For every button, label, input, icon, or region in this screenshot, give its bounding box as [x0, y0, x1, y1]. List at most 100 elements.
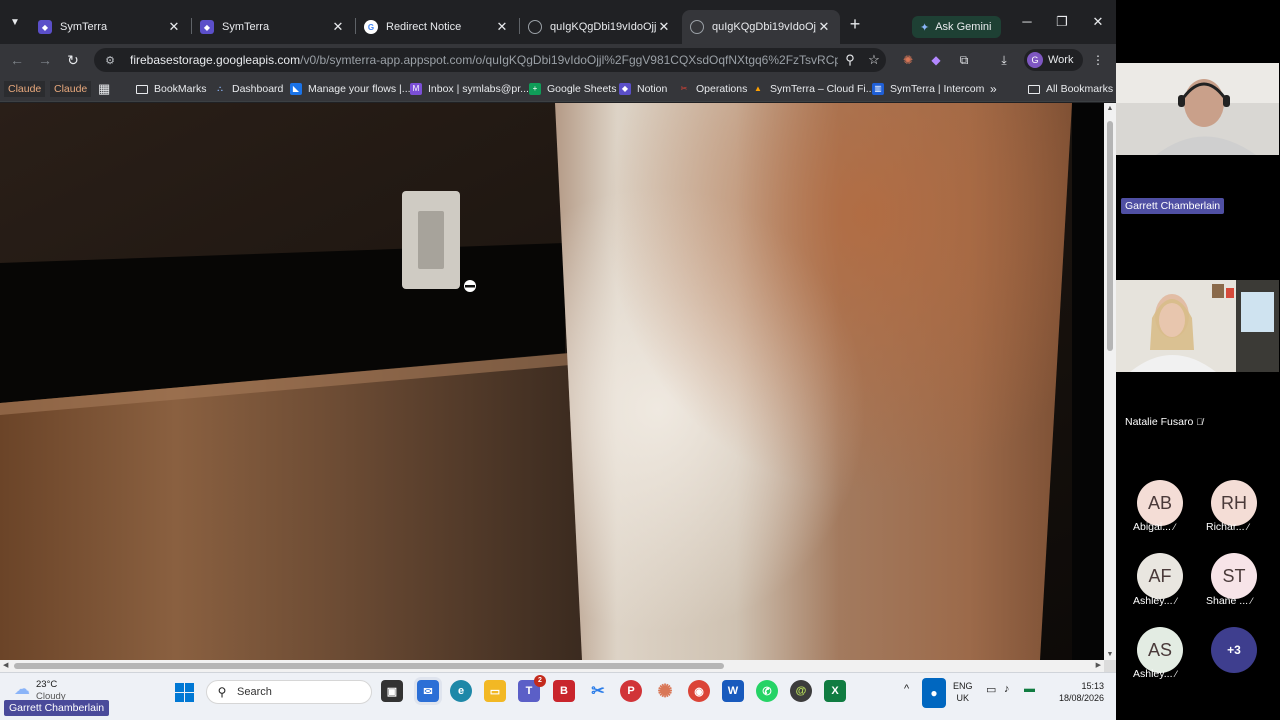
folder-icon [1028, 84, 1040, 94]
close-tab-icon[interactable]: ✕ [166, 19, 182, 35]
bookmark-all-bookmarks[interactable]: All Bookmarks [1028, 81, 1113, 97]
participant-name-ab: Abigai... ⁄ [1133, 521, 1176, 533]
close-tab-icon[interactable]: ✕ [330, 19, 346, 35]
close-tab-icon[interactable]: ✕ [816, 19, 832, 35]
chrome-menu-icon[interactable]: ⋮ [1090, 52, 1106, 68]
profile-avatar: G [1027, 52, 1043, 68]
more-bookmarks-chevron-icon[interactable]: » [990, 81, 997, 97]
forward-arrow-icon[interactable]: → [36, 51, 54, 69]
profile-button[interactable]: G Work [1024, 49, 1084, 71]
microphone-icon[interactable]: ● [922, 678, 946, 708]
network-icon[interactable]: ▭ [986, 683, 996, 696]
symterra-favicon-icon: ◆ [200, 20, 214, 34]
bookmarks-bar: Claude Claude ▦ BookMarks ⛬ Dashboard ◣ … [0, 76, 1116, 102]
claude-extension-icon[interactable]: ✺ [900, 52, 916, 68]
site-info-icon[interactable]: ⚙ [102, 54, 118, 67]
participant-name-rh: Richar... ⁄ [1206, 521, 1249, 533]
address-bar[interactable]: ⚙ firebasestorage.googleapis.com/v0/b/sy… [94, 48, 886, 72]
bookmark-bookmarks-folder[interactable]: BookMarks [136, 81, 207, 97]
whatsapp-icon[interactable]: ✆ [756, 680, 778, 702]
chrome-icon[interactable]: ◉ [688, 680, 710, 702]
tab-symterra-1[interactable]: ◆ SymTerra ✕ [30, 10, 190, 44]
excel-icon[interactable]: X [824, 680, 846, 702]
windows-taskbar: ☁ 23°C Cloudy ⚲ Search ▣ ✉ e ▭ T2 B ✂ P … [0, 672, 1116, 720]
browser-toolbar: ← → ↻ ⚙ firebasestorage.googleapis.com/v… [0, 44, 1116, 76]
image-viewer[interactable] [0, 103, 1104, 660]
ask-gemini-button[interactable]: ✦ Ask Gemini [912, 16, 1002, 38]
vertical-scroll-thumb[interactable] [1107, 121, 1113, 351]
bookmark-dashboard[interactable]: ⛬ Dashboard [214, 81, 283, 97]
bookmark-google-sheets[interactable]: + Google Sheets [529, 81, 616, 97]
url-path: /v0/b/symterra-app.appspot.com/o/quIgKQg… [300, 53, 838, 67]
download-icon[interactable]: ⤓ [996, 52, 1012, 68]
bookmark-symterra-intercom[interactable]: ▥ SymTerra | Intercom [872, 81, 984, 97]
bookmark-star-icon[interactable]: ☆ [862, 52, 886, 68]
participant-video-natalie[interactable] [1116, 280, 1279, 372]
tab-firebase-file-1[interactable]: quIgKQgDbi19vIdoOjjl/gg ✕ [520, 10, 680, 44]
battery-icon[interactable]: ▬ [1024, 683, 1035, 695]
participant-name-af: Ashley... ⁄ [1133, 595, 1177, 607]
browser-window: ▼ ◆ SymTerra ✕ ◆ SymTerra ✕ G Redirect N… [0, 0, 1116, 672]
file-explorer-icon[interactable]: ▭ [484, 680, 506, 702]
dashboard-icon: ⛬ [217, 84, 223, 93]
teams-icon[interactable]: T2 [518, 675, 546, 702]
tab-symterra-2[interactable]: ◆ SymTerra ✕ [192, 10, 354, 44]
participant-avatar-rh[interactable]: RH [1211, 480, 1257, 526]
more-participants-button[interactable]: +3 [1211, 627, 1257, 673]
intercom-icon: ▥ [872, 83, 884, 95]
new-tab-button[interactable]: + [846, 15, 864, 34]
volume-icon[interactable]: ♪ [1004, 683, 1010, 695]
system-clock[interactable]: 15:13 18/08/2026 [1050, 680, 1104, 704]
extension-diamond-icon[interactable]: ◆ [928, 52, 944, 68]
participant-avatar-ab[interactable]: AB [1137, 480, 1183, 526]
powerpoint-icon[interactable]: P [620, 680, 642, 702]
close-tab-icon[interactable]: ✕ [494, 19, 510, 35]
edge-icon[interactable]: e [450, 680, 472, 702]
outlook-icon[interactable]: ✉ [417, 680, 439, 702]
snipping-tool-icon[interactable]: ✂ [587, 680, 609, 702]
show-hidden-icons-chevron[interactable]: ^ [904, 683, 909, 695]
extensions-puzzle-icon[interactable]: ⧉ [956, 52, 972, 68]
windows-start-icon[interactable] [175, 683, 194, 702]
wood-post-photo [0, 103, 1104, 660]
reload-icon[interactable]: ↻ [64, 51, 82, 69]
restore-icon[interactable]: ❐ [1047, 14, 1077, 30]
mic-muted-icon: ⁄ [1247, 522, 1249, 532]
task-view-icon[interactable]: ▣ [381, 680, 403, 702]
spiral-app-icon[interactable]: @ [790, 680, 812, 702]
participant-avatar-st[interactable]: ST [1211, 553, 1257, 599]
bookmark-symterra-cloud[interactable]: ▲ SymTerra – Cloud Fi... [752, 81, 874, 97]
participant-avatar-af[interactable]: AF [1137, 553, 1183, 599]
horizontal-scrollbar[interactable]: ◀ ▶ [0, 660, 1104, 672]
participant-name-garrett: Garrett Chamberlain [1121, 198, 1225, 214]
bookmark-claude-2[interactable]: Claude [50, 81, 92, 97]
bookmark-inbox[interactable]: M Inbox | symlabs@pr... [410, 81, 529, 97]
tab-firebase-file-2[interactable]: quIgKQgDbi19vIdoOjjl/gg ✕ [682, 10, 840, 44]
close-tab-icon[interactable]: ✕ [656, 19, 672, 35]
close-window-icon[interactable]: ✕ [1083, 14, 1113, 30]
tab-search-chevron-icon[interactable]: ▼ [6, 14, 24, 32]
claude-app-icon[interactable]: ✺ [654, 680, 676, 702]
participant-avatar-as[interactable]: AS [1137, 627, 1183, 673]
bookmark-manage-flows[interactable]: ◣ Manage your flows |... [290, 81, 411, 97]
horizontal-scroll-thumb[interactable] [14, 663, 724, 669]
tab-redirect-notice[interactable]: G Redirect Notice ✕ [356, 10, 518, 44]
back-arrow-icon[interactable]: ← [8, 51, 26, 69]
notion-icon: ◆ [619, 83, 631, 95]
vertical-scrollbar[interactable]: ▲ ▼ [1104, 103, 1116, 660]
zoom-icon[interactable]: ⚲ [838, 52, 862, 68]
taskbar-search[interactable]: ⚲ Search [206, 680, 372, 704]
apps-grid-icon[interactable]: ▦ [98, 81, 110, 97]
language-indicator[interactable]: ENG UK [953, 680, 973, 704]
bookmark-operations[interactable]: ✂ Operations [678, 81, 748, 97]
mic-muted-icon: ⁄ [1173, 522, 1176, 532]
operations-icon: ✂ [680, 84, 688, 93]
participant-video-garrett[interactable] [1116, 63, 1279, 155]
bookmark-notion[interactable]: ◆ Notion [619, 81, 667, 97]
minimize-icon[interactable]: ─ [1012, 14, 1042, 29]
search-icon: ⚲ [217, 685, 227, 699]
bookmark-claude-1[interactable]: Claude [4, 81, 46, 97]
b-app-icon[interactable]: B [553, 680, 575, 702]
word-icon[interactable]: W [722, 680, 744, 702]
mic-muted-icon: 🎙̸ [1196, 417, 1203, 427]
